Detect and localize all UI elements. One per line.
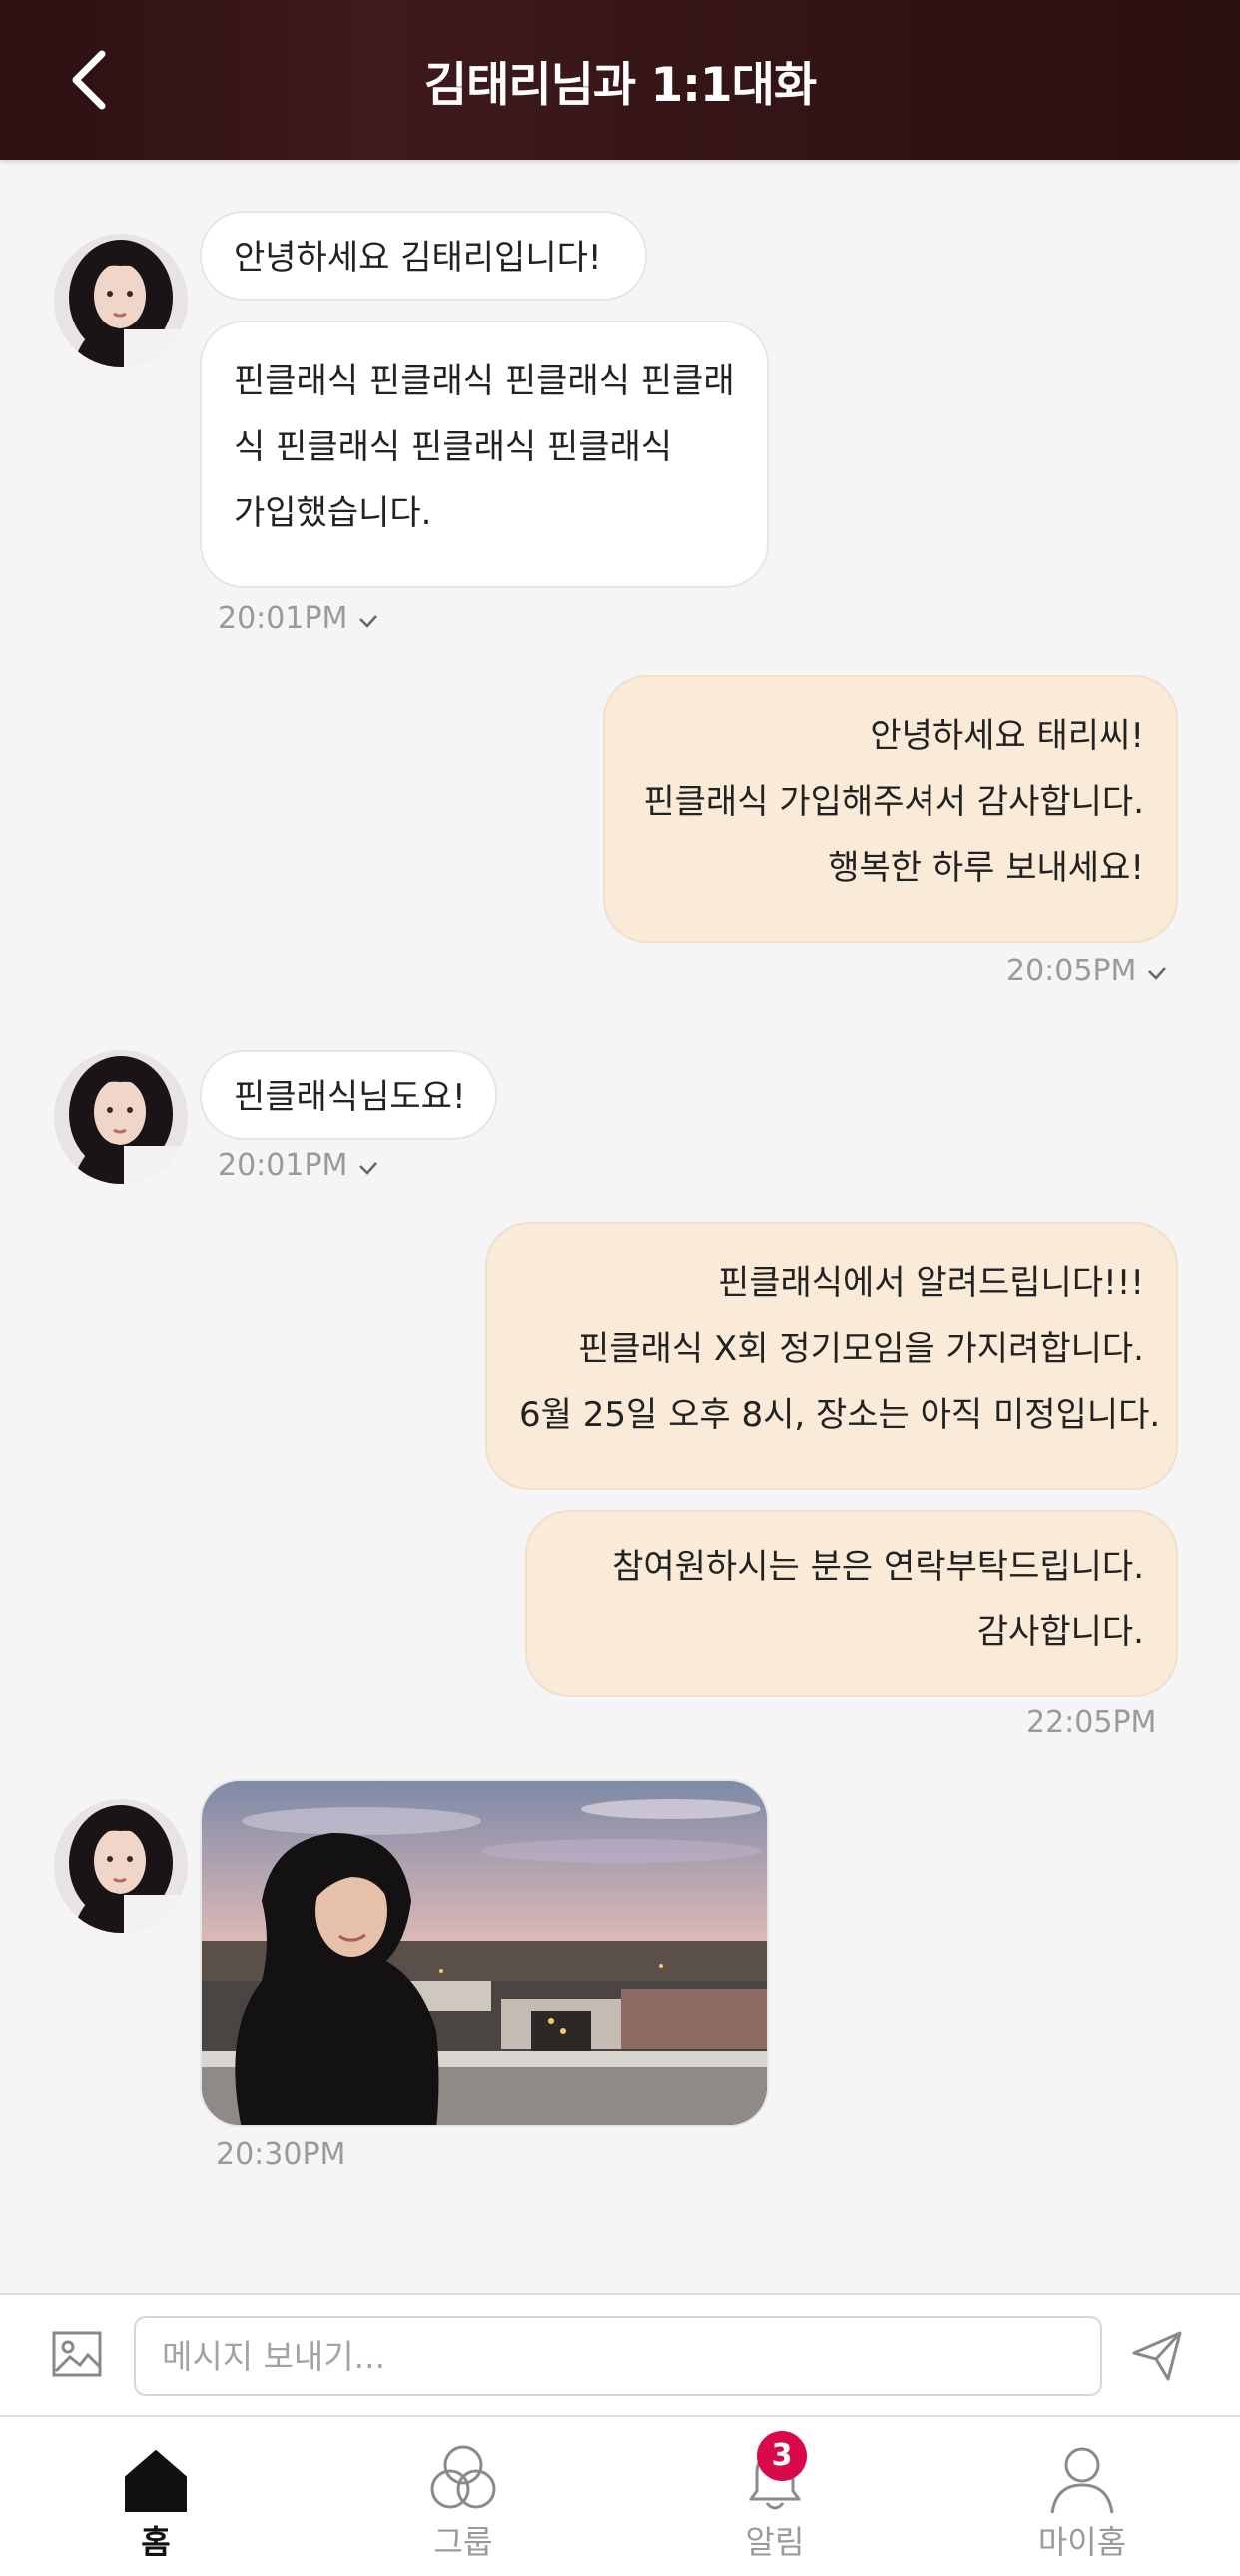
message-timestamp: 20:05PM (1006, 954, 1168, 989)
tab-label: 알림 (745, 2523, 805, 2561)
contact-avatar[interactable] (54, 234, 188, 367)
user-icon (1042, 2439, 1122, 2519)
home-icon (116, 2439, 196, 2519)
message-text: 식 핀클래식 핀클래식 핀클래식 (234, 427, 673, 467)
photo-message[interactable] (200, 1779, 769, 2127)
message-text: 핀클래식 X회 정기모임을 가지려합니다. (577, 1329, 1144, 1369)
incoming-message-bubble: 핀클래식님도요! (200, 1050, 497, 1140)
message-text: 감사합니다. (976, 1612, 1144, 1652)
contact-avatar[interactable] (54, 1799, 188, 1933)
image-attach-icon[interactable] (50, 2327, 106, 2383)
message-timestamp: 20:01PM (218, 1148, 379, 1184)
message-timestamp: 20:30PM (216, 2137, 346, 2172)
message-text: 핀클래식에서 알려드립니다!!! (717, 1263, 1144, 1303)
message-text: 가입했습니다. (234, 493, 432, 533)
chat-header: 김태리님과 1:1대화 (0, 0, 1240, 160)
outgoing-message-bubble: 핀클래식에서 알려드립니다!!! 핀클래식 X회 정기모임을 가지려합니다. 6… (485, 1222, 1178, 1490)
tab-label: 홈 (141, 2523, 171, 2561)
page-title: 김태리님과 1:1대화 (423, 58, 817, 113)
message-text: 핀클래식님도요! (234, 1077, 466, 1117)
message-timestamp: 20:01PM (218, 601, 379, 637)
message-text: 행복한 하루 보내세요! (828, 848, 1144, 888)
message-text: 안녕하세요 김태리입니다! (234, 238, 602, 278)
message-text: 안녕하세요 태리씨! (870, 716, 1144, 756)
tab-label: 마이홈 (1037, 2523, 1127, 2561)
group-icon (423, 2439, 503, 2519)
incoming-message-bubble: 안녕하세요 김태리입니다! (200, 211, 647, 301)
message-text: 6월 25일 오후 8시, 장소는 아직 미정입니다. (519, 1395, 1161, 1435)
send-icon[interactable] (1128, 2325, 1188, 2385)
message-input[interactable] (134, 2316, 1102, 2396)
bottom-tab-bar: 홈 그룹 알림 마이홈 (0, 2417, 1240, 2576)
read-check-icon (1146, 955, 1168, 989)
outgoing-message-bubble: 참여원하시는 분은 연락부탁드립니다. 감사합니다. (525, 1510, 1178, 1697)
incoming-message-bubble: 핀클래식 핀클래식 핀클래식 핀클래 식 핀클래식 핀클래식 핀클래식 가입했습… (200, 321, 769, 588)
read-check-icon (357, 602, 379, 637)
contact-avatar[interactable] (54, 1050, 188, 1184)
tab-group[interactable]: 그룹 (363, 2417, 563, 2576)
tab-my-home[interactable]: 마이홈 (982, 2417, 1182, 2576)
read-check-icon (357, 1149, 379, 1184)
message-text: 참여원하시는 분은 연락부탁드립니다. (612, 1547, 1144, 1587)
tab-home[interactable]: 홈 (56, 2417, 256, 2576)
notification-badge: 3 (757, 2431, 807, 2481)
message-text: 핀클래식 가입해주셔서 감사합니다. (643, 782, 1144, 822)
message-input-bar (0, 2293, 1240, 2417)
message-timestamp: 22:05PM (1026, 1705, 1157, 1740)
message-text: 핀클래식 핀클래식 핀클래식 핀클래 (234, 361, 735, 401)
tab-label: 그룹 (433, 2523, 493, 2561)
outgoing-message-bubble: 안녕하세요 태리씨! 핀클래식 가입해주셔서 감사합니다. 행복한 하루 보내세… (603, 675, 1178, 943)
